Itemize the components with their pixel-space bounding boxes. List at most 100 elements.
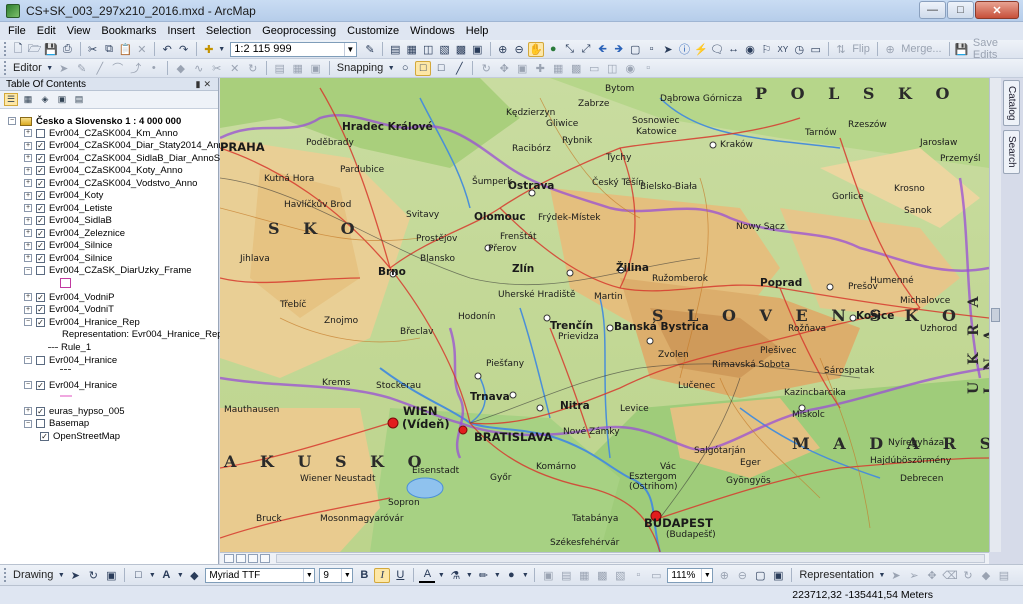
chevron-down-icon[interactable]: ▼ <box>465 568 473 583</box>
rep-rotate-icon[interactable]: ↻ <box>960 568 976 583</box>
layer-row[interactable]: − Evr004_CZaSK_DiarUzky_Frame <box>24 265 192 277</box>
toc-panel-controls[interactable]: ▮✕ <box>196 78 215 90</box>
layer-checkbox[interactable]: ✓ <box>36 191 45 200</box>
chevron-down-icon[interactable]: ▼ <box>176 568 184 583</box>
html-popup-icon[interactable]: 🗨 <box>710 42 724 57</box>
pause-drawing-button[interactable] <box>260 554 270 563</box>
bold-icon[interactable]: B <box>356 568 372 583</box>
layer-row[interactable]: + ✓ Evr004_Zeleznice <box>24 227 125 239</box>
collapse-icon[interactable]: − <box>24 381 32 389</box>
layer-checkbox[interactable] <box>36 266 45 275</box>
chevron-down-icon[interactable]: ▼ <box>437 568 445 583</box>
cut-polygon-icon[interactable]: ✂ <box>209 61 225 76</box>
layer-row[interactable]: ✓ OpenStreetMap <box>40 430 120 442</box>
collapse-icon[interactable]: − <box>24 266 32 275</box>
maximize-button[interactable]: □ <box>947 1 974 19</box>
georef-viewer-icon[interactable]: ▭ <box>586 61 602 76</box>
expand-icon[interactable]: + <box>24 179 32 187</box>
expand-icon[interactable]: + <box>24 154 32 162</box>
expand-icon[interactable]: + <box>24 229 32 237</box>
layer-checkbox[interactable] <box>36 419 45 428</box>
layer-row[interactable]: − ✓ Evr004_Hranice_Rep <box>24 316 140 328</box>
menu-edit[interactable]: Edit <box>37 25 56 37</box>
chevron-down-icon[interactable]: ▼ <box>387 61 395 76</box>
flip-icon[interactable]: ⇅ <box>834 42 848 57</box>
expand-icon[interactable]: + <box>24 191 32 200</box>
menu-customize[interactable]: Customize <box>347 25 399 37</box>
layout-view-button[interactable] <box>236 554 246 563</box>
arctoolbox-icon[interactable]: ▧ <box>437 42 451 57</box>
layer-checkbox[interactable]: ✓ <box>36 228 45 238</box>
edit-vertices-icon[interactable]: ◆ <box>186 568 202 583</box>
split-icon[interactable]: ✕ <box>227 61 243 76</box>
layer-checkbox[interactable]: ✓ <box>36 292 45 302</box>
catalog-window-icon[interactable]: ▦ <box>405 42 419 57</box>
delete-icon[interactable]: ✕ <box>135 42 149 57</box>
sketch-properties-icon[interactable]: ▦ <box>290 61 306 76</box>
edit-annotation-icon[interactable]: ✎ <box>74 61 90 76</box>
menu-bookmarks[interactable]: Bookmarks <box>101 25 156 37</box>
select-elements-icon[interactable]: ➤ <box>661 42 675 57</box>
trace-icon[interactable]: ⤴ <box>128 61 144 76</box>
save-edits-icon[interactable]: 💾 <box>955 42 969 57</box>
editor-menu-button[interactable]: Editor <box>13 62 42 74</box>
line-color-icon[interactable]: ✏ <box>475 568 491 583</box>
page-zoom-out-icon[interactable]: ⊖ <box>734 568 750 583</box>
edge-snapping-icon[interactable]: ╱ <box>451 61 467 76</box>
font-color-icon[interactable]: A <box>419 568 436 583</box>
georef-link-icon[interactable]: ✚ <box>532 61 548 76</box>
layer-row[interactable]: + ✓ Evr004_CZaSK004_Vodstvo_Anno <box>24 177 197 189</box>
georef-select-link-icon[interactable]: ▤ <box>558 568 574 583</box>
georef-delete-icon[interactable]: ▫ <box>640 61 656 76</box>
python-window-icon[interactable]: ▩ <box>454 42 468 57</box>
layer-row[interactable]: + ✓ Evr004_VodniT <box>24 304 114 316</box>
rep-move-icon[interactable]: ✥ <box>924 568 940 583</box>
rep-erase-icon[interactable]: ⌫ <box>942 568 958 583</box>
expand-icon[interactable]: + <box>24 293 32 301</box>
end-snapping-icon[interactable]: □ <box>415 60 432 76</box>
copy-icon[interactable]: ⧉ <box>102 42 116 57</box>
toolbar-grip[interactable] <box>4 568 7 582</box>
expand-icon[interactable]: + <box>24 204 32 212</box>
select-elements-icon[interactable]: ➤ <box>67 568 83 583</box>
layer-row[interactable]: + ✓ Evr004_Silnice <box>24 240 112 252</box>
expand-icon[interactable]: + <box>24 407 32 415</box>
layer-row[interactable]: + ✓ Evr004_CZaSK004_Koty_Anno <box>24 165 183 177</box>
search-window-icon[interactable]: ◫ <box>421 42 435 57</box>
pan-hand-icon[interactable]: ✋ <box>528 41 544 57</box>
viewer-window-icon[interactable]: ▭ <box>808 42 822 57</box>
layer-row[interactable]: + ✓ Evr004_SidlaB <box>24 215 112 227</box>
catalog-tab[interactable]: Catalog <box>1003 80 1020 126</box>
dataframe-node[interactable]: − Česko a Slovensko 1 : 4 000 000 <box>8 115 181 127</box>
minimize-button[interactable]: — <box>919 1 946 19</box>
reshape-icon[interactable]: ∿ <box>191 61 207 76</box>
chevron-down-icon[interactable]: ▼ <box>521 568 529 583</box>
refresh-view-button[interactable] <box>248 554 258 563</box>
layer-checkbox[interactable]: ✓ <box>40 431 49 441</box>
paste-icon[interactable]: 📋 <box>118 42 133 57</box>
font-name-combo[interactable]: Myriad TTF ▼ <box>205 567 316 583</box>
vertex-snapping-icon[interactable]: □ <box>433 61 449 76</box>
point-icon[interactable]: • <box>146 61 162 76</box>
drawing-menu-button[interactable]: Drawing <box>13 569 53 581</box>
save-icon[interactable]: 💾 <box>44 42 58 57</box>
rotate-icon[interactable]: ↻ <box>245 61 261 76</box>
toolbar-grip[interactable] <box>4 42 7 56</box>
focus-data-frame-icon[interactable]: ▣ <box>770 568 786 583</box>
expand-icon[interactable]: + <box>24 141 32 150</box>
georef-fit-display-icon[interactable]: ▭ <box>648 568 664 583</box>
vertical-scrollbar[interactable] <box>989 78 1001 552</box>
chevron-down-icon[interactable]: ▼ <box>878 568 886 583</box>
end-point-arc-icon[interactable]: ⌒ <box>110 61 126 76</box>
layer-checkbox[interactable]: ✓ <box>36 153 45 163</box>
redo-icon[interactable]: ↷ <box>176 42 190 57</box>
fixed-zoom-in-icon[interactable]: ⤡ <box>562 42 576 57</box>
add-data-icon[interactable]: ✚ <box>202 42 216 57</box>
editor-toolbar-icon[interactable]: ✎ <box>363 42 377 57</box>
cut-icon[interactable]: ✂ <box>85 42 99 57</box>
menu-view[interactable]: View <box>67 25 91 37</box>
collapse-icon[interactable]: − <box>24 419 32 428</box>
zoom-whole-page-icon[interactable]: ▣ <box>103 568 119 583</box>
toolbar-grip[interactable] <box>4 61 7 75</box>
font-size-combo[interactable]: 9 ▼ <box>319 567 354 583</box>
